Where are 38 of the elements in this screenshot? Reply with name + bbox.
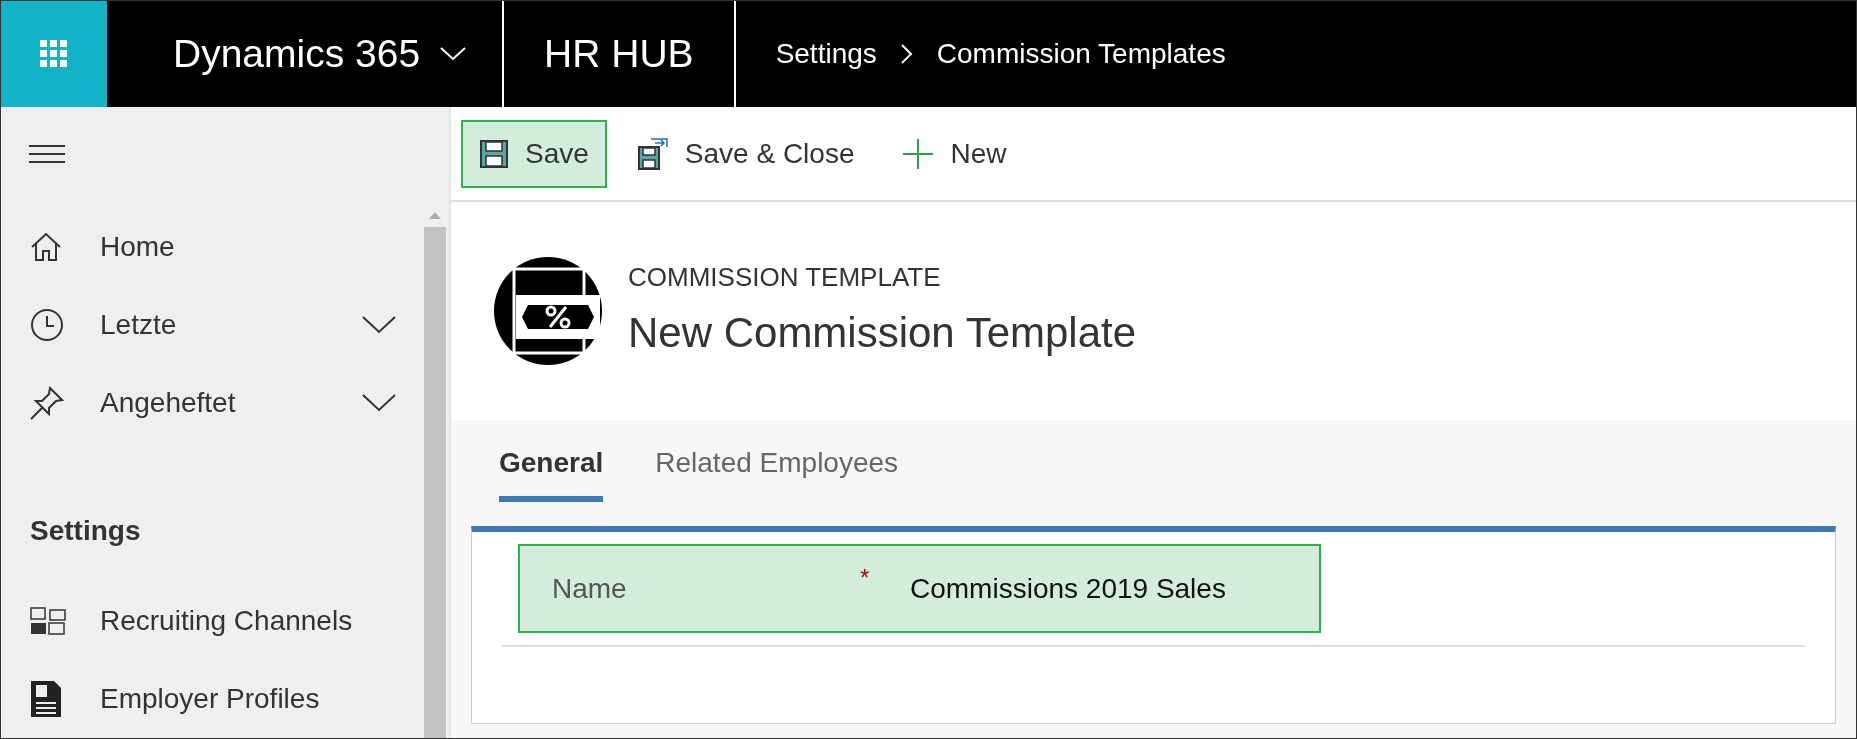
field-label: Name: [551, 571, 628, 606]
tab[interactable]: General: [499, 442, 604, 502]
record-title: New Commission Template: [628, 308, 1137, 358]
commission-percent-icon: [492, 255, 604, 367]
sidebar-item[interactable]: Employer Profiles: [1, 660, 424, 738]
save-close-icon: [636, 136, 669, 171]
toolbar-button[interactable]: Save: [461, 119, 607, 188]
waffle-icon: [40, 40, 68, 68]
save-icon: [479, 138, 509, 169]
toolbar-button[interactable]: Save & Close: [618, 119, 873, 188]
field-value: Commissions 2019 Sales: [910, 571, 1226, 606]
area-title: HR HUB: [543, 30, 695, 77]
breadcrumb-item: Commission Templates: [936, 37, 1226, 71]
home-icon: [30, 232, 62, 262]
menu-icon: [29, 145, 65, 163]
tab[interactable]: Related Employees: [655, 442, 899, 502]
clock-icon: [30, 308, 64, 342]
pin-icon: [30, 386, 64, 420]
app-switcher[interactable]: Dynamics 365: [107, 1, 503, 107]
section-title: Settings: [29, 514, 142, 548]
chevron-down-icon: [362, 316, 396, 334]
entity-label: COMMISSION TEMPLATE: [628, 261, 942, 294]
sidebar-item[interactable]: Home: [1, 208, 424, 286]
plus-icon: [902, 137, 935, 170]
chevron-right-icon: [900, 44, 913, 64]
chevron-down-icon: [440, 47, 467, 61]
breadcrumb-item[interactable]: Settings: [775, 33, 877, 75]
form-field[interactable]: Name * Commissions 2019 Sales: [518, 544, 1321, 633]
sidebar-item[interactable]: Recruiting Channels: [1, 582, 424, 660]
app-launcher-button[interactable]: [1, 1, 107, 107]
sidebar-item[interactable]: Angeheftet: [1, 364, 424, 442]
tiles-icon: [30, 607, 66, 635]
chevron-down-icon: [362, 394, 396, 412]
sidebar-item[interactable]: Letzte: [1, 286, 424, 364]
scroll-up-icon: [429, 211, 441, 219]
toolbar-button[interactable]: New: [884, 119, 1025, 188]
building-document-icon: [30, 680, 62, 718]
required-asterisk: *: [860, 563, 871, 593]
